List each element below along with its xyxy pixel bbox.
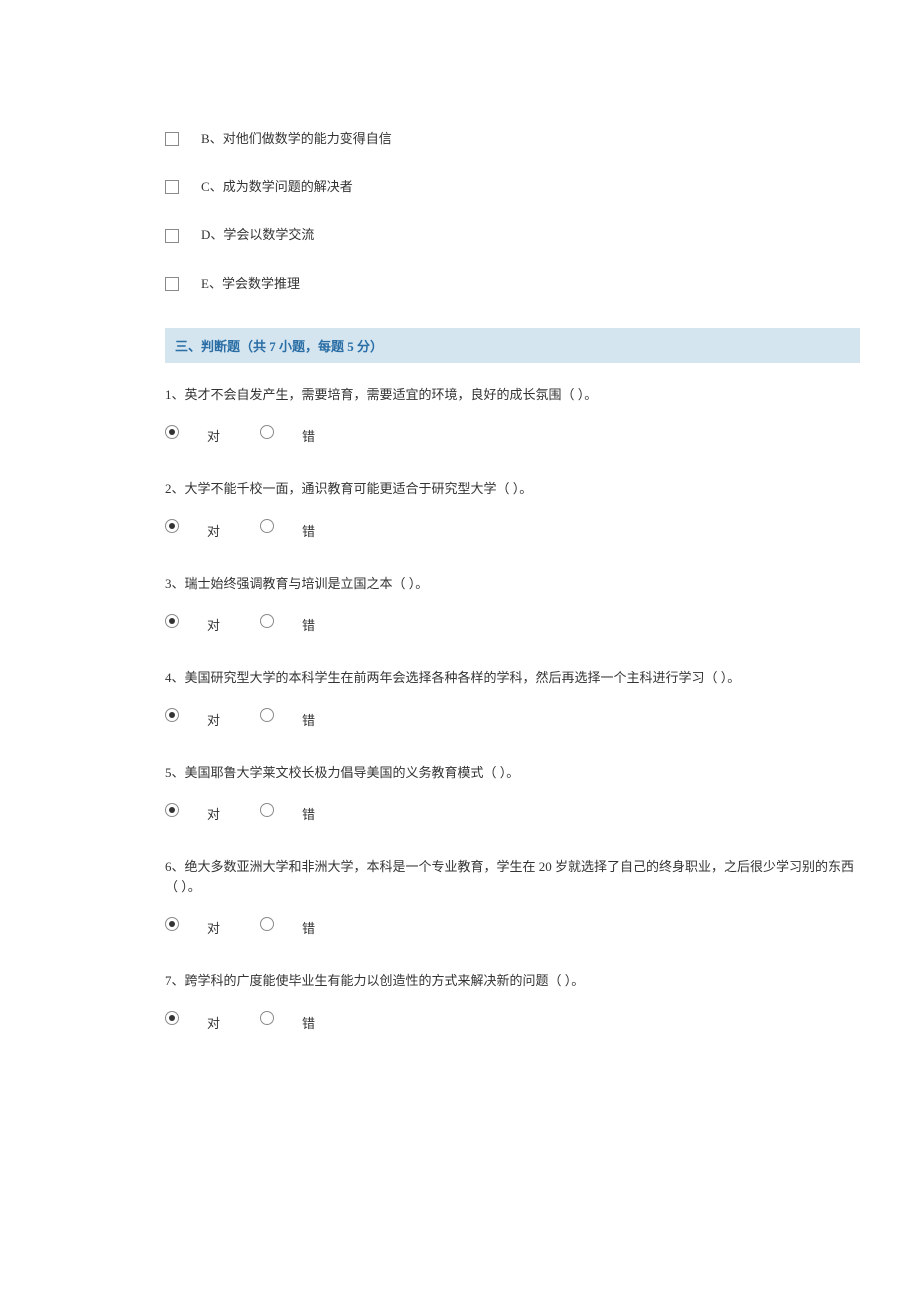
question-text: 2、大学不能千校一面，通识教育可能更适合于研究型大学（ ）。	[165, 479, 860, 499]
radio-false-label: 错	[302, 1013, 315, 1032]
radio-row: 对 错	[165, 706, 860, 725]
radio-true-group: 对	[165, 422, 220, 441]
question-block: 4、美国研究型大学的本科学生在前两年会选择各种各样的学科，然后再选择一个主科进行…	[165, 668, 860, 725]
radio-row: 对 错	[165, 611, 860, 630]
radio-false-group: 错	[260, 422, 315, 441]
radio-false-label: 错	[302, 426, 315, 445]
radio-true[interactable]	[165, 1011, 179, 1025]
radio-false-label: 错	[302, 804, 315, 823]
question-text: 7、跨学科的广度能使毕业生有能力以创造性的方式来解决新的问题（ ）。	[165, 971, 860, 991]
radio-false[interactable]	[260, 803, 274, 817]
radio-false[interactable]	[260, 1011, 274, 1025]
radio-false-label: 错	[302, 615, 315, 634]
radio-true-label: 对	[207, 1013, 220, 1032]
radio-true-group: 对	[165, 800, 220, 819]
radio-true-label: 对	[207, 615, 220, 634]
question-block: 5、美国耶鲁大学莱文校长极力倡导美国的义务教育模式（ ）。 对 错	[165, 763, 860, 820]
radio-false-group: 错	[260, 611, 315, 630]
option-text: B、对他们做数学的能力变得自信	[201, 130, 392, 148]
radio-true-group: 对	[165, 914, 220, 933]
question-block: 7、跨学科的广度能使毕业生有能力以创造性的方式来解决新的问题（ ）。 对 错	[165, 971, 860, 1028]
radio-true-label: 对	[207, 804, 220, 823]
radio-row: 对 错	[165, 422, 860, 441]
multichoice-option: D、学会以数学交流	[165, 226, 860, 244]
question-text: 6、绝大多数亚洲大学和非洲大学，本科是一个专业教育，学生在 20 岁就选择了自己…	[165, 857, 860, 896]
radio-false-group: 错	[260, 800, 315, 819]
radio-false-group: 错	[260, 517, 315, 536]
question-block: 6、绝大多数亚洲大学和非洲大学，本科是一个专业教育，学生在 20 岁就选择了自己…	[165, 857, 860, 933]
option-text: E、学会数学推理	[201, 275, 300, 293]
checkbox[interactable]	[165, 132, 179, 146]
radio-false-label: 错	[302, 918, 315, 937]
question-text: 1、英才不会自发产生，需要培育，需要适宜的环境，良好的成长氛围（ ）。	[165, 385, 860, 405]
checkbox[interactable]	[165, 277, 179, 291]
question-text: 4、美国研究型大学的本科学生在前两年会选择各种各样的学科，然后再选择一个主科进行…	[165, 668, 860, 688]
radio-true-group: 对	[165, 611, 220, 630]
radio-row: 对 错	[165, 1009, 860, 1028]
radio-true[interactable]	[165, 425, 179, 439]
question-text: 3、瑞士始终强调教育与培训是立国之本（ ）。	[165, 574, 860, 594]
radio-true[interactable]	[165, 519, 179, 533]
radio-false[interactable]	[260, 614, 274, 628]
radio-false-group: 错	[260, 1009, 315, 1028]
radio-true[interactable]	[165, 614, 179, 628]
radio-true[interactable]	[165, 803, 179, 817]
radio-row: 对 错	[165, 517, 860, 536]
option-text: C、成为数学问题的解决者	[201, 178, 353, 196]
radio-false-group: 错	[260, 706, 315, 725]
radio-true-group: 对	[165, 517, 220, 536]
radio-row: 对 错	[165, 914, 860, 933]
radio-false[interactable]	[260, 917, 274, 931]
radio-true[interactable]	[165, 917, 179, 931]
question-block: 3、瑞士始终强调教育与培训是立国之本（ ）。 对 错	[165, 574, 860, 631]
radio-true-label: 对	[207, 426, 220, 445]
radio-false-label: 错	[302, 521, 315, 540]
radio-true-label: 对	[207, 710, 220, 729]
section-header-judgement: 三、判断题（共 7 小题，每题 5 分）	[165, 328, 860, 363]
radio-true-label: 对	[207, 521, 220, 540]
radio-true[interactable]	[165, 708, 179, 722]
radio-true-group: 对	[165, 706, 220, 725]
checkbox[interactable]	[165, 180, 179, 194]
radio-true-group: 对	[165, 1009, 220, 1028]
multichoice-option: E、学会数学推理	[165, 275, 860, 293]
option-text: D、学会以数学交流	[201, 226, 314, 244]
multichoice-option: C、成为数学问题的解决者	[165, 178, 860, 196]
radio-false-group: 错	[260, 914, 315, 933]
multichoice-option: B、对他们做数学的能力变得自信	[165, 130, 860, 148]
checkbox[interactable]	[165, 229, 179, 243]
radio-true-label: 对	[207, 918, 220, 937]
radio-false[interactable]	[260, 519, 274, 533]
radio-false[interactable]	[260, 708, 274, 722]
question-block: 1、英才不会自发产生，需要培育，需要适宜的环境，良好的成长氛围（ ）。 对 错	[165, 385, 860, 442]
radio-false-label: 错	[302, 710, 315, 729]
question-text: 5、美国耶鲁大学莱文校长极力倡导美国的义务教育模式（ ）。	[165, 763, 860, 783]
radio-row: 对 错	[165, 800, 860, 819]
question-block: 2、大学不能千校一面，通识教育可能更适合于研究型大学（ ）。 对 错	[165, 479, 860, 536]
radio-false[interactable]	[260, 425, 274, 439]
